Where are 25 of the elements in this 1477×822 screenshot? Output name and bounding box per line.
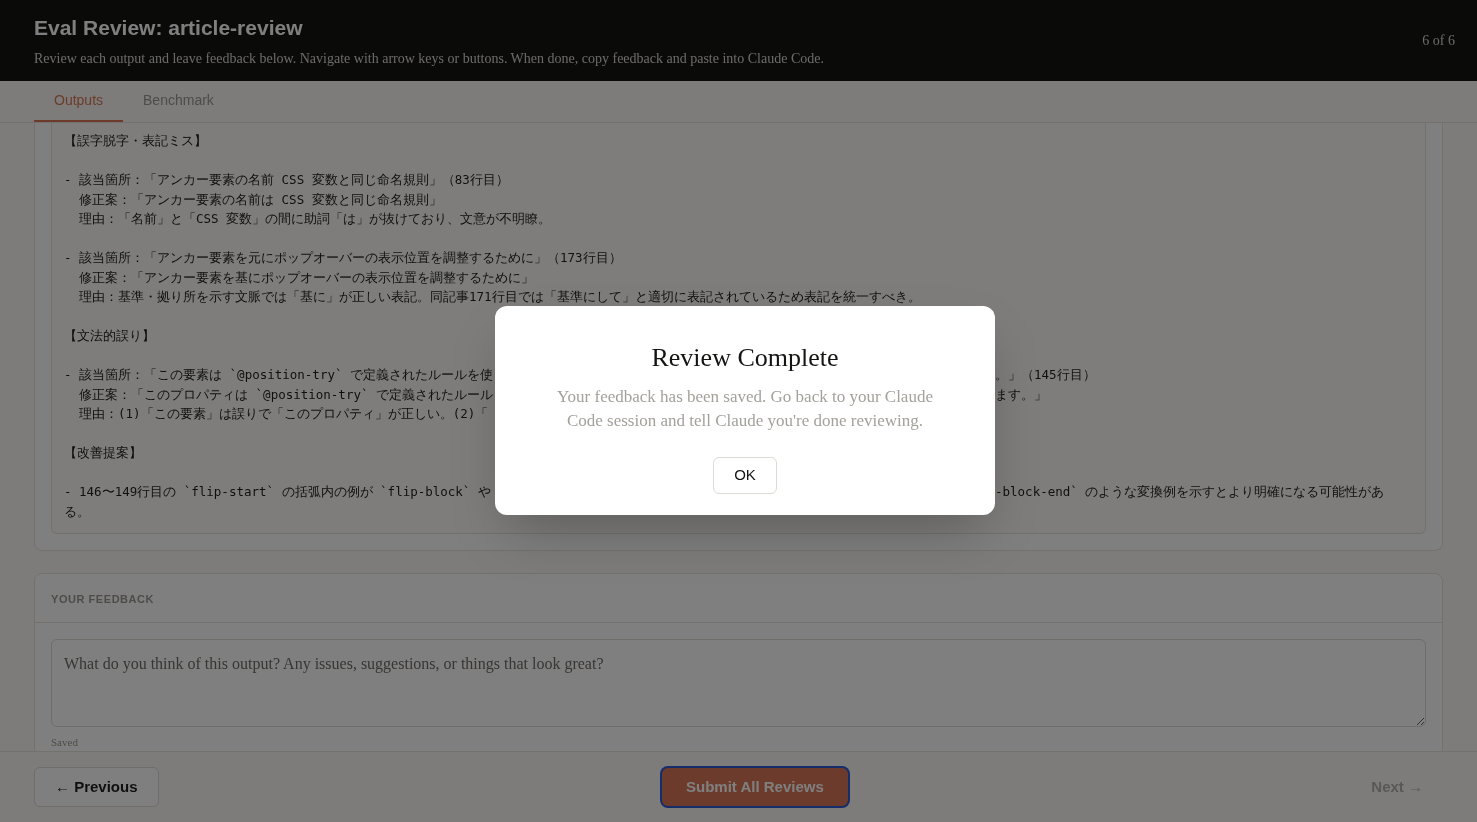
- dialog-message: Your feedback has been saved. Go back to your Claude Code session and tell Claude you're done reviewing.: [556, 386, 934, 432]
- output-text: - 該当箇所：「アンカー要素を元にポップオーバーの表示位置を調整するために」（173行目）: [64, 250, 622, 265]
- submit-button[interactable]: Submit All Reviews: [662, 767, 848, 807]
- output-text: 【改善提案】: [64, 445, 142, 460]
- output-text: 理由：(1)「この要素」は誤りで「このプロパティ」が正しい。(2)「: [78, 406, 489, 421]
- output-text: 【文法的誤り】: [64, 328, 155, 343]
- output-text: ます。」: [995, 385, 1047, 404]
- ok-button[interactable]: OK: [713, 457, 777, 494]
- output-text: - 該当箇所：「この要素は `@position-try` で定義されたルールを使: [64, 367, 493, 382]
- page-title: Eval Review: article-review: [34, 15, 304, 42]
- output-text: -block-end` のような変換例を示すとより明確になる可能性があ: [995, 483, 1385, 501]
- feedback-field[interactable]: What do you think of this output? Any issues, suggestions, or things that look great?: [51, 639, 1426, 727]
- output-text: - 該当箇所：「アンカー要素の名前 CSS 変数と同じ命名規則」（83行目）: [64, 172, 509, 187]
- output-text: る。: [64, 503, 90, 519]
- previous-button[interactable]: ← Previous: [34, 766, 159, 808]
- output-text: 修正案：「アンカー要素の名前は CSS 変数と同じ命名規則」: [78, 191, 442, 207]
- output-text: 【誤字脱字・表記ミス】: [64, 133, 207, 148]
- output-text: 。」（145行目）: [995, 366, 1096, 384]
- output-text: 修正案：「アンカー要素を基にポップオーバーの表示位置を調整するために」: [78, 269, 535, 285]
- output-text: 修正案：「このプロパティは `@position-try` で定義されたルール: [78, 386, 493, 402]
- output-counter: 6 of 6: [1422, 32, 1455, 50]
- dialog-title: Review Complete: [651, 342, 839, 374]
- output-text: 理由：「名前」と「CSS 変数」の間に助詞「は」が抜けており、文意が不明瞭。: [78, 211, 552, 226]
- page-subtitle: Review each output and leave feedback below. Navigate with arrow keys or buttons. When done, copy feedback and paste into Claude Code.: [34, 49, 824, 68]
- output-text: - 146〜149行目の `flip-start` の括弧内の例が `flip-block` や: [64, 484, 491, 499]
